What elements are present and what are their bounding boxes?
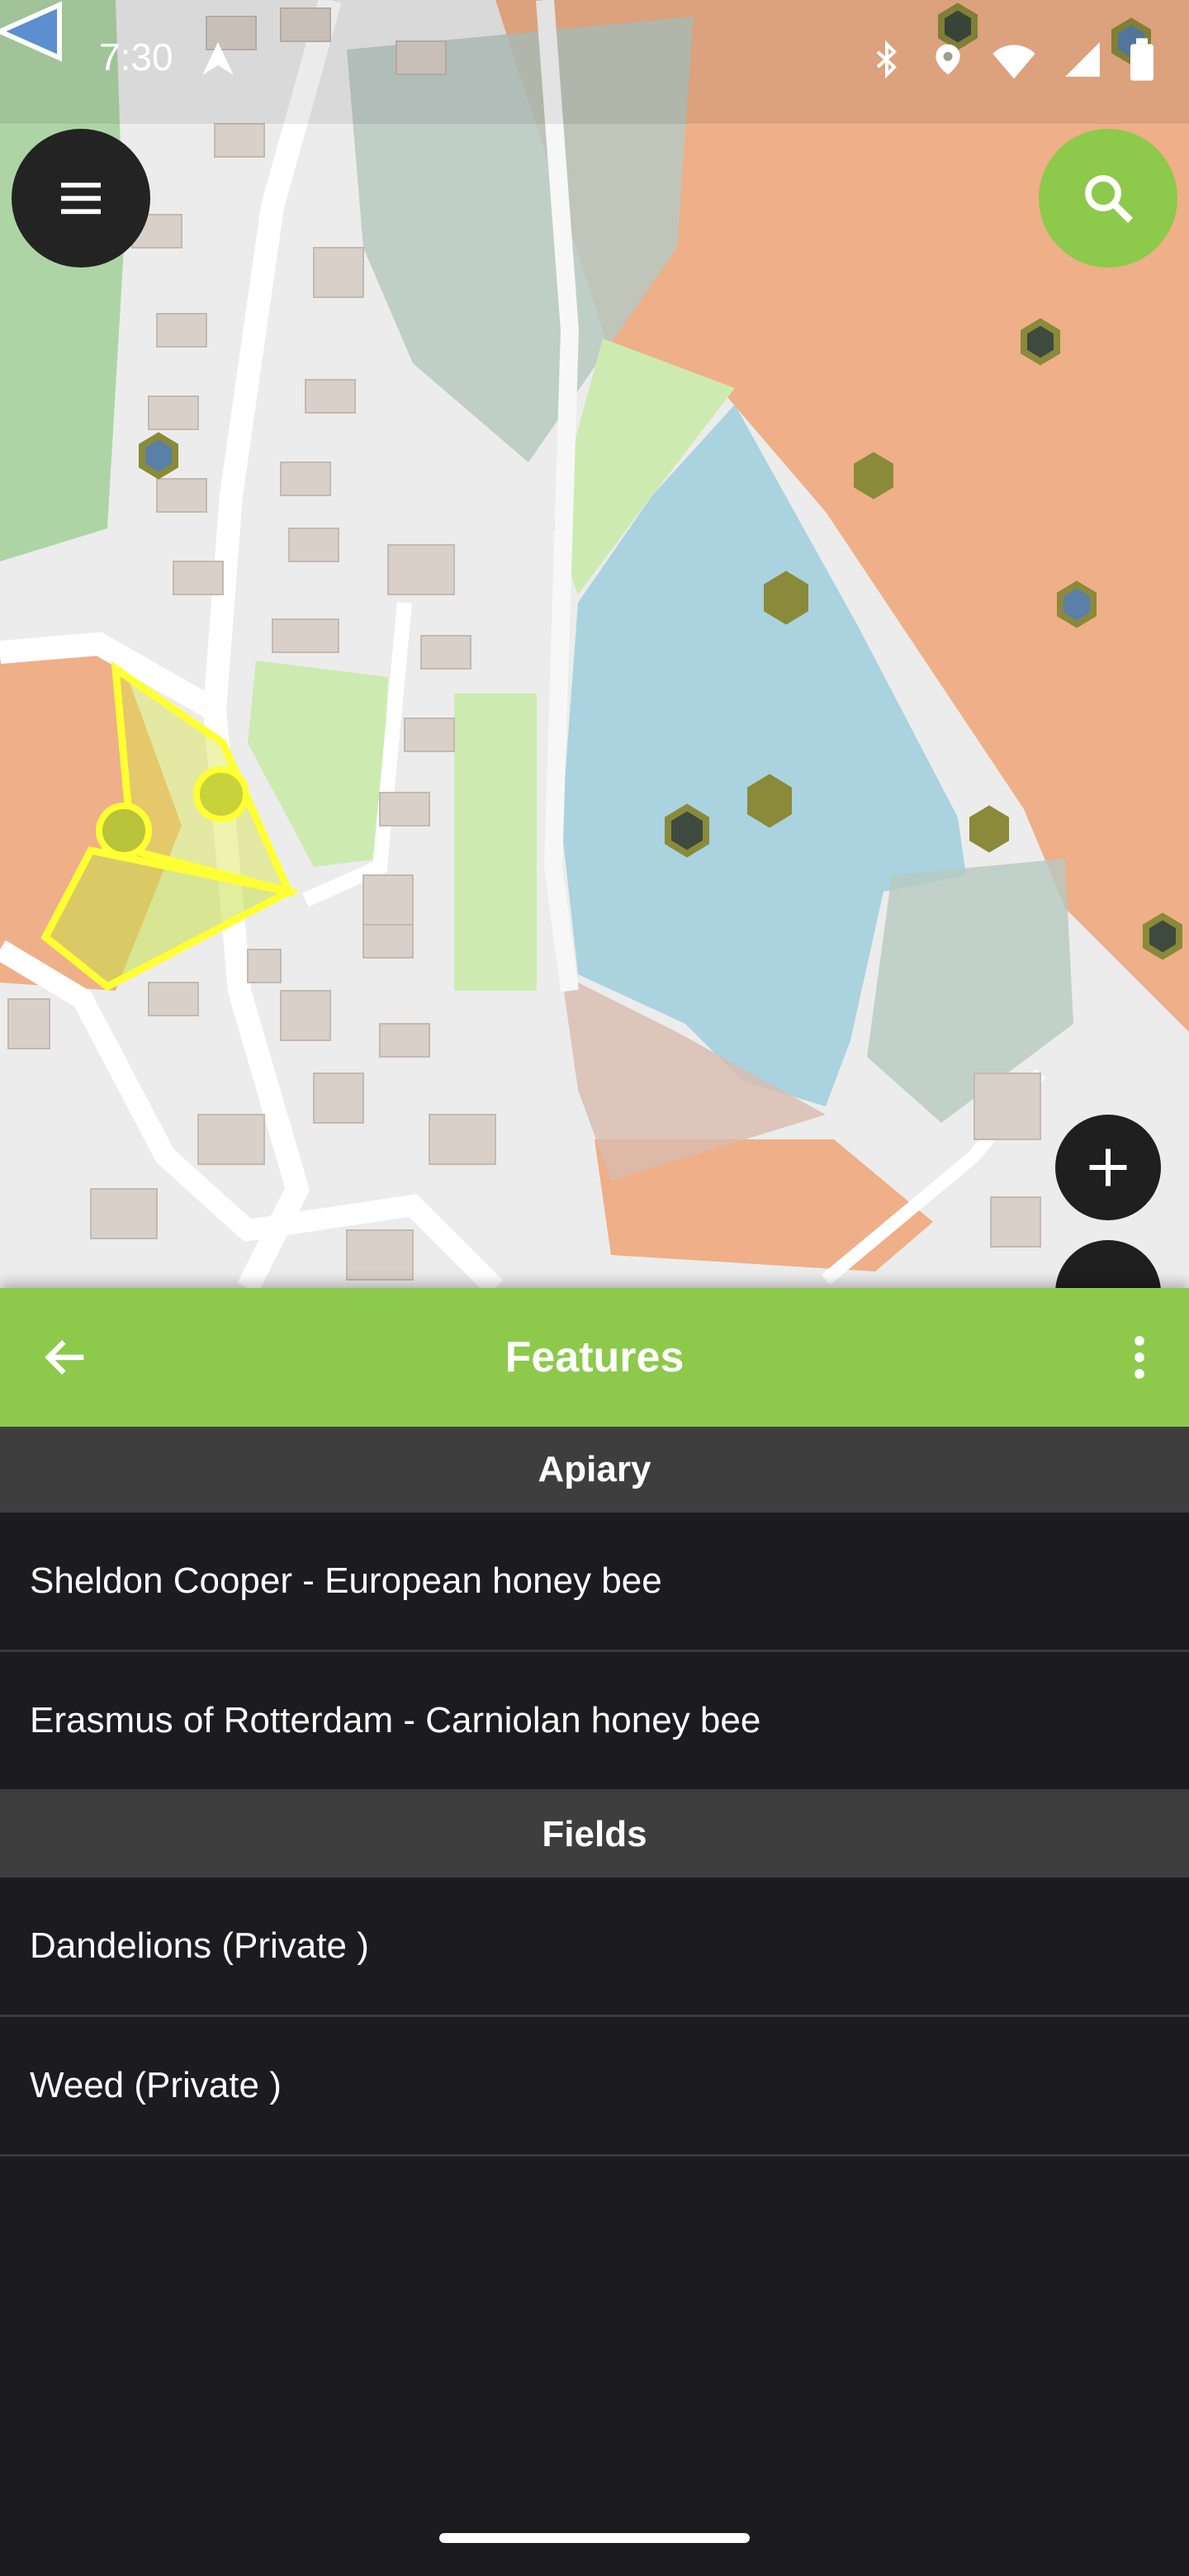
bluetooth-icon [876, 40, 898, 79]
signal-icon [1065, 42, 1100, 77]
add-icon [1089, 1148, 1127, 1186]
features-sheet: Features Apiary Sheldon Cooper - Europea… [0, 1288, 1189, 2576]
features-list: Apiary Sheldon Cooper - European honey b… [0, 1427, 1189, 2157]
list-item[interactable]: Dandelions (Private ) [0, 1878, 1189, 2017]
add-button[interactable] [1055, 1115, 1161, 1220]
search-icon [1085, 175, 1133, 223]
list-item[interactable]: Weed (Private ) [0, 2017, 1189, 2157]
list-item[interactable]: Erasmus of Rotterdam - Carniolan honey b… [0, 1652, 1189, 1792]
section-header-fields: Fields [0, 1792, 1189, 1878]
wifi-icon [992, 45, 1035, 79]
status-time: 7:30 [99, 36, 173, 78]
more-vert-icon [1135, 1336, 1144, 1379]
navigation-icon [202, 42, 234, 75]
search-button[interactable] [1039, 129, 1177, 268]
back-button[interactable] [33, 1324, 99, 1390]
list-item[interactable]: Sheldon Cooper - European honey bee [0, 1513, 1189, 1652]
map-view[interactable]: 7:30 [0, 0, 1189, 1288]
menu-icon [61, 182, 101, 215]
location-icon [936, 44, 960, 75]
home-indicator[interactable] [439, 2533, 750, 2543]
more-options-button[interactable] [1106, 1324, 1172, 1390]
arrow-back-icon [45, 1340, 84, 1375]
section-header-apiary: Apiary [0, 1427, 1189, 1513]
menu-button[interactable] [12, 129, 150, 268]
battery-icon [1130, 38, 1153, 81]
features-appbar: Features [0, 1288, 1189, 1427]
page-title: Features [504, 1333, 685, 1381]
map-canvas[interactable] [0, 0, 1189, 1288]
status-bar: 7:30 [0, 0, 1189, 124]
